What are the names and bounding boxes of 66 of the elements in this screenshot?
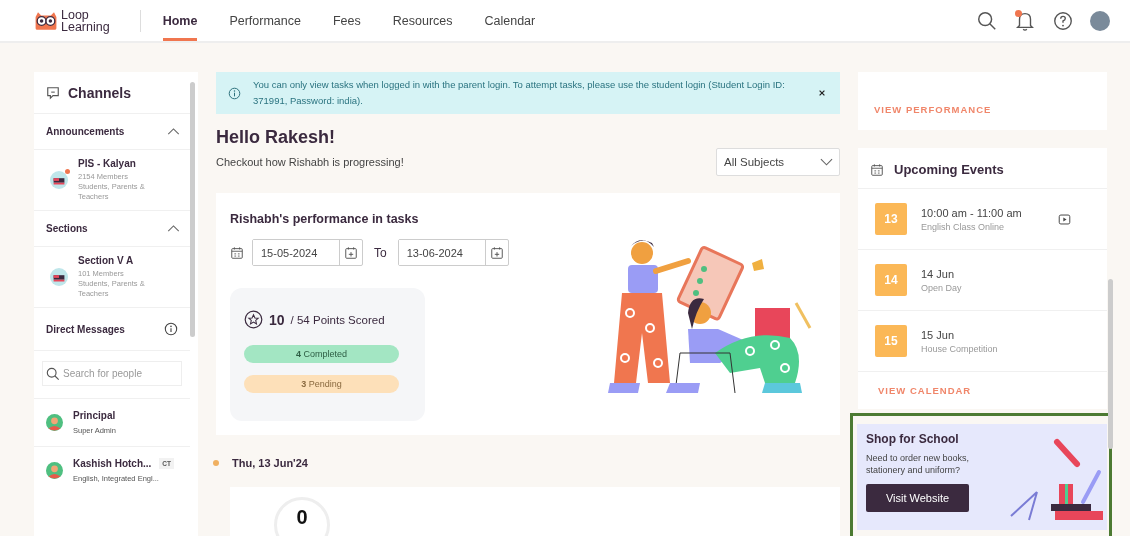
help-icon[interactable] (1052, 9, 1074, 32)
shop-description: Need to order new books, stationery and uniform? (866, 452, 971, 476)
event-title[interactable]: 14 Jun (921, 267, 1093, 280)
performance-title: Rishabh's performance in tasks (230, 212, 419, 226)
score-label: / 54 Points Scored (290, 313, 385, 326)
greeting-subtitle: Checkout how Rishabh is progressing! (216, 156, 404, 168)
chevron-icon[interactable] (167, 128, 180, 135)
contact-avatar (46, 414, 63, 431)
nav-tab[interactable]: Fees (332, 0, 361, 41)
event-subtitle: Open Day (921, 282, 963, 293)
shop-title: Shop for School (866, 432, 960, 446)
date-separator: To (374, 245, 387, 260)
group-title: Sections (46, 223, 88, 234)
close-icon[interactable] (818, 89, 826, 97)
end-date-field[interactable]: 13-06-2024 (397, 239, 509, 266)
nav-tab[interactable]: Performance (229, 0, 301, 41)
search-icon[interactable] (976, 9, 998, 32)
calendar-icon (870, 162, 884, 177)
owl-logo-icon (34, 11, 58, 30)
search-icon (46, 367, 60, 381)
scrollbar-thumb[interactable] (190, 82, 195, 337)
date-badge: 14 (875, 264, 907, 296)
banner-text: You can only view tasks when logged in with the parent login. To attempt tasks, please use the student login (Student Login ID: 371991, Password: india). (253, 78, 786, 108)
video-icon[interactable] (1058, 212, 1071, 226)
scrollbar-thumb[interactable] (1108, 279, 1113, 449)
nav-tab[interactable]: Home (162, 0, 198, 41)
chevron-down-icon (820, 158, 833, 166)
contact-name[interactable]: Kashish Hotch... (73, 458, 152, 469)
subject-dropdown[interactable]: All Subjects (716, 148, 840, 176)
event-title[interactable]: 10:00 am - 11:00 am (921, 206, 1044, 219)
start-date-field[interactable]: 15-05-2024 (252, 239, 363, 266)
date-badge: 13 (875, 203, 907, 235)
score-value: 10 (269, 311, 285, 328)
calendar-add-icon (489, 245, 504, 260)
event-subtitle: House Competition (921, 343, 999, 354)
nav-tab[interactable]: Resources (392, 0, 453, 41)
people-search-field[interactable]: Search for people (42, 361, 182, 386)
info-icon (228, 86, 241, 100)
info-icon[interactable] (164, 322, 178, 336)
events-title: Upcoming Events (894, 162, 1004, 177)
contact-avatar (46, 462, 63, 479)
greeting-title: Hello Rakesh! (216, 127, 337, 148)
direct-messages-title: Direct Messages (46, 323, 125, 335)
nav-tab[interactable]: Calendar (484, 0, 536, 41)
status-pill: 4 Completed (244, 345, 399, 363)
channel-name[interactable]: PIS - Kalyan (78, 158, 158, 169)
status-pill: 3 Pending (244, 375, 399, 393)
channel-avatar (50, 268, 68, 286)
logo-text: Loop Learning (61, 8, 110, 33)
channel-name[interactable]: Section V A (78, 255, 158, 266)
calendar-add-icon (344, 245, 358, 260)
calendar-icon (230, 245, 244, 260)
timeline-date: Thu, 13 Jun'24 (232, 457, 308, 469)
date-badge: 15 (875, 325, 907, 357)
event-subtitle: English Class Online (921, 221, 1006, 232)
timeline-dot (213, 460, 219, 466)
channels-title: Channels (68, 85, 131, 101)
visit-website-button[interactable]: Visit Website (866, 484, 969, 512)
event-title[interactable]: 15 Jun (921, 328, 1093, 341)
count-ring: 0 (274, 497, 330, 536)
chat-icon (46, 86, 60, 100)
contact-name[interactable]: Principal (73, 410, 116, 421)
channel-avatar (50, 171, 68, 189)
group-title: Announcements (46, 126, 125, 137)
user-avatar[interactable] (1090, 10, 1110, 31)
chevron-icon[interactable] (167, 225, 180, 232)
